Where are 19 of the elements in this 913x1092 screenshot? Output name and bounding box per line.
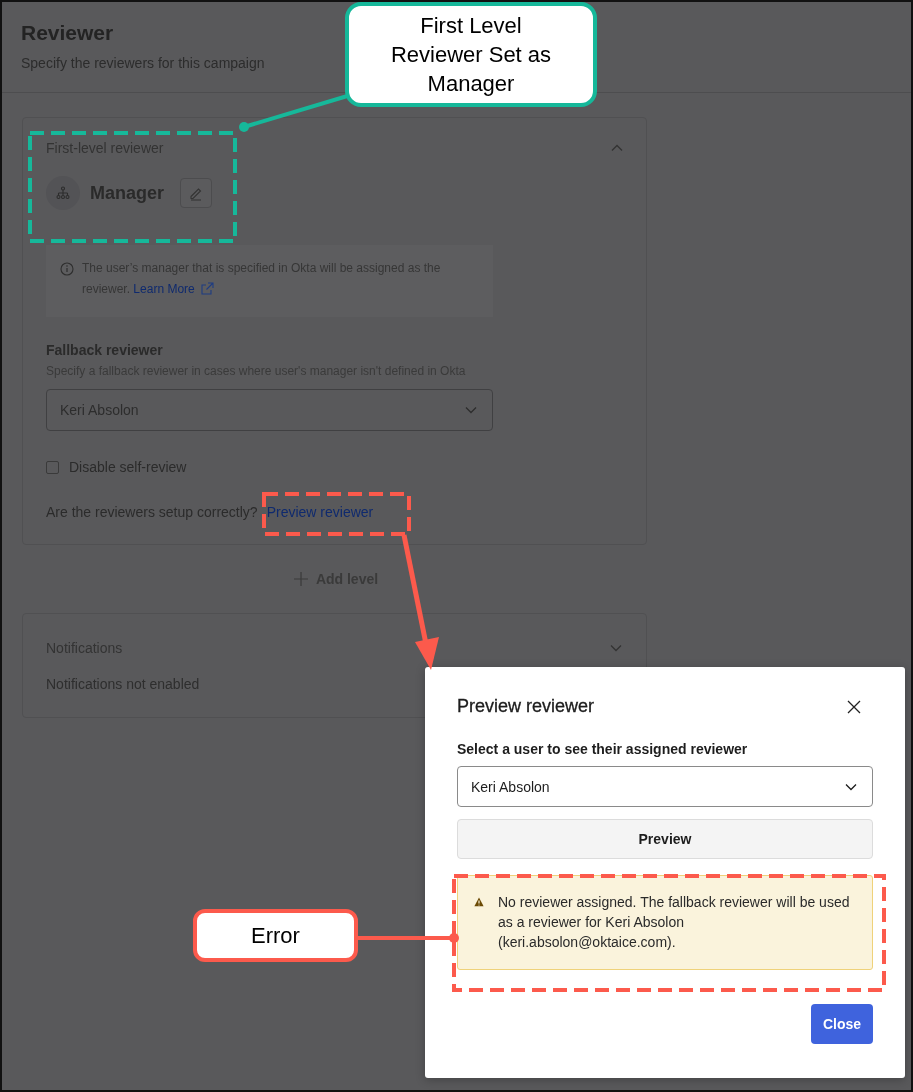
checkbox[interactable]	[46, 460, 59, 474]
callout: Error	[193, 909, 358, 962]
callout: First Level Reviewer Set as Manager	[345, 2, 597, 107]
dialog-title: Preview reviewer	[457, 696, 595, 717]
close-icon[interactable]	[847, 699, 861, 714]
external-link-icon	[201, 282, 215, 295]
info-icon	[60, 262, 74, 276]
user-select[interactable]: Keri Absolon	[457, 766, 873, 807]
warning-icon	[474, 897, 484, 907]
edit-button[interactable]	[180, 178, 213, 208]
field-label: Select a user to see their assigned reviewer	[457, 741, 749, 757]
learn-more-link[interactable]: Learn More	[133, 282, 215, 296]
page-title: Reviewer	[21, 20, 114, 46]
preview-reviewer-link[interactable]: Preview reviewer	[266, 504, 374, 520]
org-chart-icon	[46, 176, 80, 210]
plus-icon	[293, 572, 308, 586]
close-button[interactable]: Close	[811, 1004, 873, 1044]
preview-button[interactable]: Preview	[457, 819, 873, 859]
alert-text: No reviewer assigned. The fallback reviewer will be used as a reviewer for Keri Absolon (keri.absolon@oktaice.com).	[498, 893, 850, 952]
